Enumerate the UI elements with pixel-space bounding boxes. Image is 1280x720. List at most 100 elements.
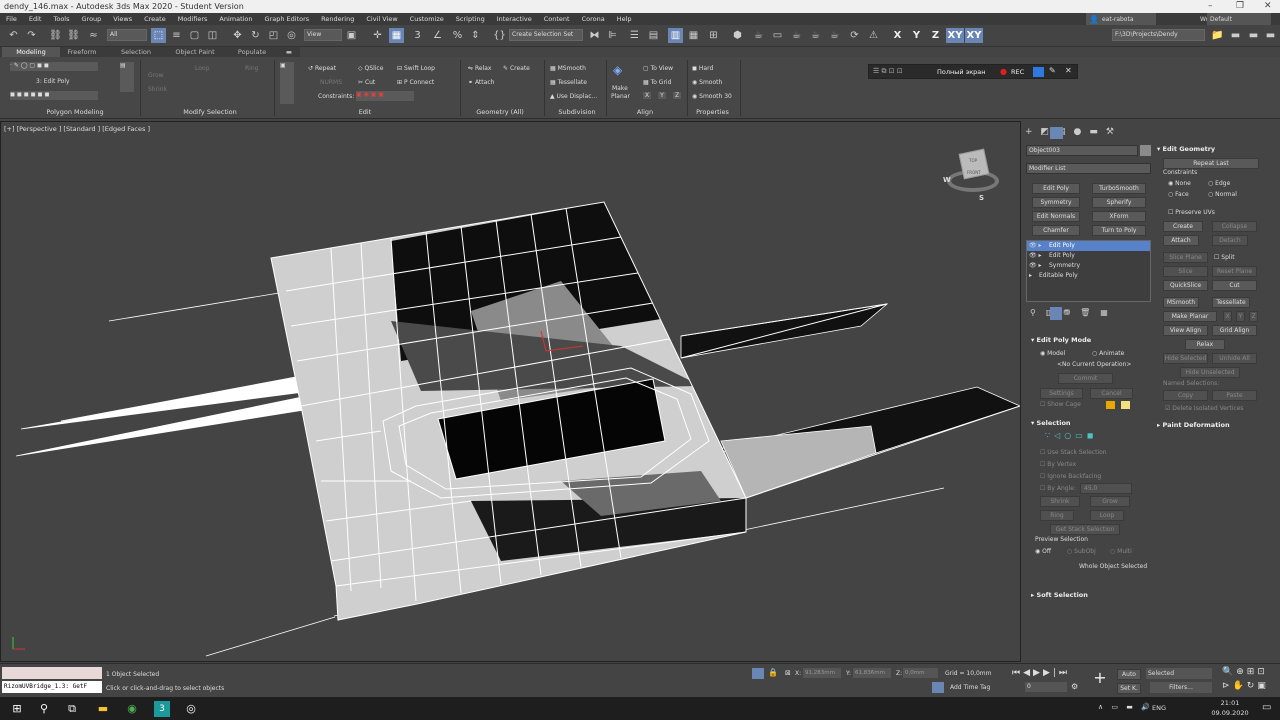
tab-populate[interactable]: Populate: [232, 47, 272, 57]
smooth30-button[interactable]: ◉ Smooth 30: [692, 93, 732, 100]
language-indicator[interactable]: ENG: [1152, 704, 1166, 712]
menu-corona[interactable]: Corona: [576, 15, 611, 23]
commit-button[interactable]: Commit: [1058, 373, 1113, 384]
menu-customize[interactable]: Customize: [404, 15, 450, 23]
tray-icons[interactable]: ∧ ▭ ▬ 🔊: [1098, 703, 1153, 711]
edit-poly-mode-header[interactable]: ▾ Edit Poly Mode: [1031, 336, 1091, 344]
open-project-icon[interactable]: 📁: [1210, 28, 1225, 43]
command-panel-tabs[interactable]: +◩▤●▬⚒: [1025, 127, 1135, 139]
close-icon[interactable]: ✕: [1264, 0, 1272, 13]
reference-coord-dropdown[interactable]: View: [304, 29, 342, 41]
search-icon[interactable]: ⚲: [36, 701, 52, 717]
viewcube[interactable]: TOP FRONT W S: [943, 148, 1003, 204]
stack-item[interactable]: Editable Poly: [1027, 271, 1150, 281]
project-extra-icon[interactable]: ▬: [1263, 28, 1278, 43]
show-cage-checkbox[interactable]: ☐ Show Cage: [1040, 401, 1081, 408]
close-recorder-icon[interactable]: ✕: [1065, 66, 1072, 75]
render-iterative-icon[interactable]: ☕: [808, 28, 823, 43]
notifications-icon[interactable]: ▭: [1262, 702, 1271, 713]
slice-button[interactable]: Slice: [1163, 266, 1208, 277]
section-modify-selection[interactable]: Modify Selection: [170, 108, 250, 116]
recorder-icons[interactable]: ☰ ⧉ ⊡ ⊡: [873, 67, 903, 76]
tessellate-button[interactable]: ▦ Tessellate: [550, 79, 587, 86]
msmooth-geom-button[interactable]: MSmooth: [1163, 297, 1199, 308]
menu-file[interactable]: File: [0, 15, 23, 23]
snaps-toggle-icon[interactable]: 3: [410, 28, 425, 43]
settings-button[interactable]: Settings: [1040, 388, 1083, 399]
preview-subobj-radio[interactable]: ○ SubObj: [1067, 548, 1096, 555]
subobject-level-icons[interactable]: ∵◁○▭◼: [1045, 431, 1115, 441]
menu-edit[interactable]: Edit: [23, 15, 48, 23]
edit-mode-icons[interactable]: ▣: [280, 62, 294, 104]
animate-radio[interactable]: ○ Animate: [1092, 350, 1124, 357]
menu-create[interactable]: Create: [138, 15, 172, 23]
warning-icon[interactable]: ⚠: [866, 28, 881, 43]
set-key-icon[interactable]: +: [1090, 668, 1110, 692]
align-icon[interactable]: ⊫: [605, 28, 620, 43]
grow-sel-button[interactable]: Grow: [1090, 496, 1130, 507]
loop-button[interactable]: Loop: [195, 65, 209, 72]
ring-button[interactable]: Ring: [245, 65, 258, 72]
mirror-icon[interactable]: ⧓: [587, 28, 602, 43]
menu-scripting[interactable]: Scripting: [450, 15, 491, 23]
preserve-uvs-checkbox[interactable]: ☐ Preserve UVs: [1168, 209, 1215, 216]
layer-explorer-icon[interactable]: ▤: [646, 28, 661, 43]
cut-button[interactable]: ✂ Cut: [358, 79, 375, 86]
qslice-button[interactable]: ◇ QSlice: [358, 65, 383, 72]
section-geometry-all[interactable]: Geometry (All): [465, 108, 535, 116]
axis-xy-button[interactable]: XY: [946, 28, 964, 43]
delete-isolated-checkbox[interactable]: ☑ Delete Isolated Vertices: [1165, 405, 1244, 412]
cage-selected-color-swatch[interactable]: [1121, 401, 1130, 409]
create-geom-button[interactable]: Create: [1163, 221, 1203, 232]
reset-plane-button[interactable]: Reset Plane: [1212, 266, 1257, 277]
grow-button[interactable]: Grow: [148, 72, 164, 79]
tab-freeform[interactable]: Freeform: [62, 47, 102, 57]
rendered-frame-icon[interactable]: ▭: [770, 28, 785, 43]
scene-explorer-icon[interactable]: ☰: [627, 28, 642, 43]
angle-spinner[interactable]: 45,0: [1080, 483, 1132, 494]
constraint-edge-radio[interactable]: ○ Edge: [1208, 180, 1230, 187]
mod-turn-to-poly-button[interactable]: Turn to Poly: [1092, 225, 1146, 236]
constraint-normal-radio[interactable]: ○ Normal: [1208, 191, 1237, 198]
to-grid-button[interactable]: ▦ To Grid: [643, 79, 671, 86]
hide-selected-button[interactable]: Hide Selected: [1163, 353, 1208, 364]
grid-align-button[interactable]: Grid Align: [1212, 325, 1257, 336]
render-production-icon[interactable]: ☕: [789, 28, 804, 43]
paint-deformation-header[interactable]: ▸ Paint Deformation: [1157, 421, 1230, 429]
coord-mode-icon[interactable]: ⊠: [785, 669, 791, 677]
use-stack-selection-checkbox[interactable]: ☐ Use Stack Selection: [1040, 449, 1107, 456]
relax-geom-button[interactable]: Relax: [1185, 339, 1225, 350]
filters-button[interactable]: Filters...: [1150, 682, 1212, 693]
align-z-button[interactable]: Z: [673, 92, 681, 99]
tab-object-paint[interactable]: Object Paint: [170, 47, 220, 57]
project-folder-icon[interactable]: ▬: [1228, 28, 1243, 43]
refresh-icon[interactable]: ⟳: [847, 28, 862, 43]
project-path-dropdown[interactable]: F:\3D\Projects\Dendy: [1112, 29, 1205, 41]
placement-icon[interactable]: ◎: [284, 28, 299, 43]
planar-z-button[interactable]: Z: [1249, 311, 1258, 322]
relax-button[interactable]: ⇋ Relax: [468, 65, 491, 72]
maxscript-listener[interactable]: RizomUVBridge_1.3: GetF: [2, 681, 102, 693]
stack-item[interactable]: Edit Poly: [1027, 251, 1150, 261]
percent-snap-icon[interactable]: %: [450, 28, 465, 43]
repeat-button[interactable]: ↺ Repeat: [308, 65, 336, 72]
constraint-icons[interactable]: ▣ ◉ ▣ ▣: [356, 91, 414, 101]
eye-icon[interactable]: 👁 ▸: [1029, 262, 1042, 269]
window-crossing-icon[interactable]: ◫: [205, 28, 220, 43]
color-swatch[interactable]: [1033, 67, 1044, 77]
ignore-backfacing-checkbox[interactable]: ☐ Ignore Backfacing: [1040, 473, 1101, 480]
cut-geom-button[interactable]: Cut: [1212, 280, 1257, 291]
isolate-icon[interactable]: [752, 668, 764, 679]
preview-multi-radio[interactable]: ○ Multi: [1110, 548, 1132, 555]
fullscreen-label[interactable]: Полный экран: [937, 68, 986, 76]
swift-loop-button[interactable]: ⊟ Swift Loop: [397, 65, 435, 72]
set-key-button[interactable]: Set K.: [1117, 683, 1141, 694]
use-displacement-button[interactable]: ▲ Use Displac...: [550, 93, 597, 100]
to-view-button[interactable]: ▢ To View: [643, 65, 673, 72]
select-by-name-icon[interactable]: ≡: [169, 28, 184, 43]
menu-help[interactable]: Help: [611, 15, 638, 23]
time-config-icon[interactable]: ⚙: [1071, 682, 1078, 691]
by-vertex-checkbox[interactable]: ☐ By Vertex: [1040, 461, 1076, 468]
planar-y-button[interactable]: Y: [1236, 311, 1245, 322]
preview-off-radio[interactable]: ◉ Off: [1035, 548, 1051, 555]
